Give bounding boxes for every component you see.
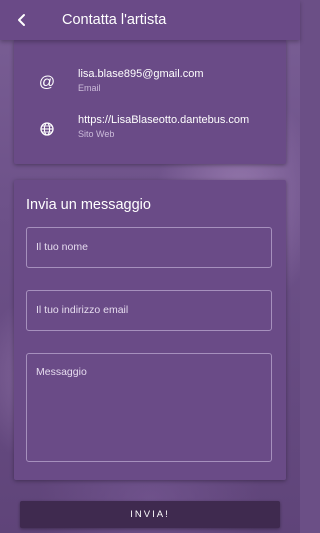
arrow-back-icon [18, 14, 25, 26]
message-form-card: Invia un messaggio Il tuo nome Il tuo in… [14, 180, 286, 480]
contact-info-card: @ lisa.blase895@gmail.com Email https://… [14, 40, 286, 164]
email-input-placeholder: Il tuo indirizzo email [36, 304, 129, 316]
name-input-placeholder: Il tuo nome [36, 241, 88, 253]
contact-email-value: lisa.blase895@gmail.com [78, 68, 204, 80]
contact-email-label: Email [78, 83, 101, 93]
app-bar: Contatta l'artista [0, 0, 300, 40]
contact-website-row[interactable]: https://LisaBlaseotto.dantebus.com Sito … [14, 112, 286, 152]
contact-website-value: https://LisaBlaseotto.dantebus.com [78, 114, 250, 126]
contact-email-row[interactable]: @ lisa.blase895@gmail.com Email [14, 66, 286, 106]
page-title: Contatta l'artista [62, 12, 167, 28]
back-button[interactable] [0, 0, 44, 40]
submit-button[interactable]: INVIA! [20, 501, 280, 528]
message-textarea[interactable]: Messaggio [26, 353, 272, 462]
form-title: Invia un messaggio [26, 197, 151, 213]
email-input[interactable]: Il tuo indirizzo email [26, 290, 272, 331]
globe-icon [36, 118, 58, 140]
contact-website-label: Sito Web [78, 129, 115, 139]
message-textarea-placeholder: Messaggio [36, 366, 87, 378]
at-icon: @ [38, 74, 56, 91]
name-input[interactable]: Il tuo nome [26, 227, 272, 268]
